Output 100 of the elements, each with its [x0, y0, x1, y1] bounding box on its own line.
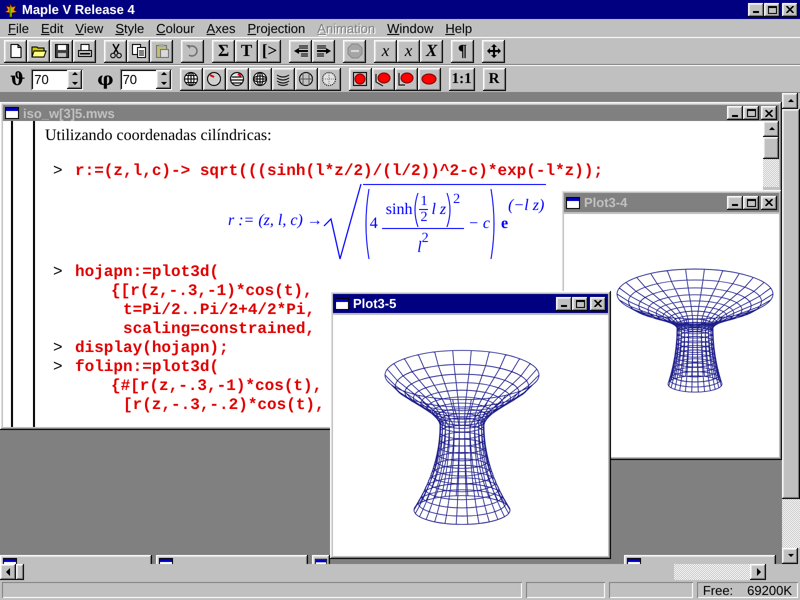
spin-buttons[interactable] [67, 70, 82, 88]
toolbar-button[interactable]: Σ [212, 40, 235, 62]
blank-page-icon [8, 43, 24, 59]
document-window-icon [5, 107, 19, 119]
maximize-button[interactable] [764, 2, 780, 16]
toolbar-button[interactable]: X [420, 40, 443, 62]
toolbar-button[interactable] [127, 40, 150, 62]
corner-blob-icon [398, 71, 414, 87]
scroll-left-button[interactable] [0, 564, 16, 580]
math-text: 4 [370, 215, 378, 233]
close-button[interactable] [782, 2, 798, 16]
angle-field[interactable]: 70 [31, 68, 84, 90]
dotted-sphere-icon [321, 71, 338, 87]
lighting-button[interactable] [418, 68, 441, 90]
menu-item[interactable]: Style [109, 20, 150, 36]
math-text: 1 [419, 194, 428, 210]
toolbar-button[interactable]: T [235, 40, 258, 62]
contour-sphere-icon [229, 71, 246, 87]
prompt-symbol: > [52, 262, 64, 280]
close-icon [594, 300, 602, 307]
left-arrow-icon [4, 568, 12, 576]
style-button[interactable] [202, 68, 226, 90]
toolbar-button[interactable]: R [482, 68, 506, 90]
menu-item[interactable]: Edit [34, 20, 70, 36]
prompt-symbol: > [52, 358, 64, 376]
toolbar-button[interactable]: x [374, 40, 397, 62]
toolbar-button[interactable] [73, 40, 96, 62]
toolbar-button[interactable]: x [397, 40, 420, 62]
code-line: t=Pi/2..Pi/2+4/2*Pi, [123, 300, 316, 318]
style-button[interactable] [226, 68, 249, 90]
menu-item[interactable]: Axes [200, 20, 242, 36]
toolbar-button[interactable]: 1:1 [448, 68, 475, 90]
maximize-button[interactable] [743, 196, 759, 210]
scroll-thumb[interactable] [782, 109, 800, 500]
lighting-button[interactable] [372, 68, 395, 90]
minimize-button[interactable] [727, 196, 743, 210]
style-button[interactable] [294, 68, 318, 90]
math-text: 2 [422, 230, 429, 246]
style-button[interactable] [272, 68, 295, 90]
maximize-button[interactable] [572, 296, 588, 310]
minimize-button[interactable] [748, 2, 764, 16]
toolbar-button[interactable] [27, 40, 50, 62]
spin-buttons[interactable] [156, 70, 171, 88]
style-button[interactable] [318, 68, 341, 90]
menu-item[interactable]: Help [439, 20, 478, 36]
scroll-up-button[interactable] [763, 121, 779, 137]
sphere-grid-icon [183, 71, 200, 87]
style-button[interactable] [248, 68, 272, 90]
toolbar-button[interactable] [482, 40, 505, 62]
scroll-down-button[interactable] [782, 548, 798, 564]
toolbar-button[interactable] [4, 40, 27, 62]
close-button[interactable] [761, 106, 777, 120]
down-arrow-icon [160, 80, 167, 88]
math-text: r := (z, l, c) → [228, 212, 323, 230]
right-arrow-icon [754, 568, 762, 576]
scroll-thumb[interactable] [763, 137, 779, 159]
scroll-up-button[interactable] [782, 93, 798, 109]
menu-item[interactable]: Projection [241, 20, 312, 36]
scroll-thumb[interactable] [16, 564, 24, 580]
memory-label: Free: [702, 582, 734, 598]
prompt-symbol: > [52, 338, 64, 356]
lighting-button[interactable] [348, 68, 372, 90]
scroll-right-button[interactable] [750, 564, 766, 580]
four-arrows-icon [486, 43, 502, 59]
angle-field[interactable]: 70 [120, 68, 172, 90]
maximize-button[interactable] [743, 106, 759, 120]
toolbar-button[interactable] [289, 40, 312, 62]
minimize-button[interactable] [556, 296, 572, 310]
close-icon [765, 199, 773, 206]
menu-item[interactable]: File [2, 20, 35, 36]
menu-item[interactable]: Colour [150, 20, 201, 36]
toolbar-button[interactable] [50, 40, 73, 62]
plot-title: Plot3-4 [584, 195, 628, 210]
toolbar-button[interactable] [312, 40, 335, 62]
lighting-button[interactable] [394, 68, 418, 90]
style-button[interactable] [180, 68, 203, 90]
stop-sign-icon [346, 43, 362, 59]
math-text: l z [431, 200, 446, 218]
minimize-button[interactable] [727, 106, 743, 120]
code-line: scaling=constrained, [123, 320, 316, 338]
math-text: l [417, 238, 422, 256]
maximize-icon [746, 109, 756, 117]
left-parenthesis-drawing [362, 188, 370, 260]
math-text: sinh [386, 200, 412, 218]
clipboard-icon [154, 43, 170, 59]
menu-item[interactable]: View [69, 20, 110, 36]
close-button[interactable] [590, 296, 606, 310]
up-arrow-icon [786, 97, 794, 105]
menu-item[interactable]: Window [381, 20, 440, 36]
prompt-symbol: > [52, 162, 64, 180]
plot-title: Plot3-5 [353, 296, 398, 311]
boxed-blob-icon [352, 71, 368, 87]
toolbar-button[interactable] [104, 40, 127, 62]
toolbar-button[interactable]: [> [258, 40, 281, 62]
lines-left-arrow-icon [292, 43, 308, 59]
text-paragraph: Utilizando coordenadas cilíndricas: [45, 127, 273, 145]
toolbar-button[interactable]: ¶ [451, 40, 474, 62]
patch-sphere-icon [298, 71, 314, 87]
angle-symbol: φ [97, 68, 114, 90]
close-button[interactable] [761, 196, 777, 210]
